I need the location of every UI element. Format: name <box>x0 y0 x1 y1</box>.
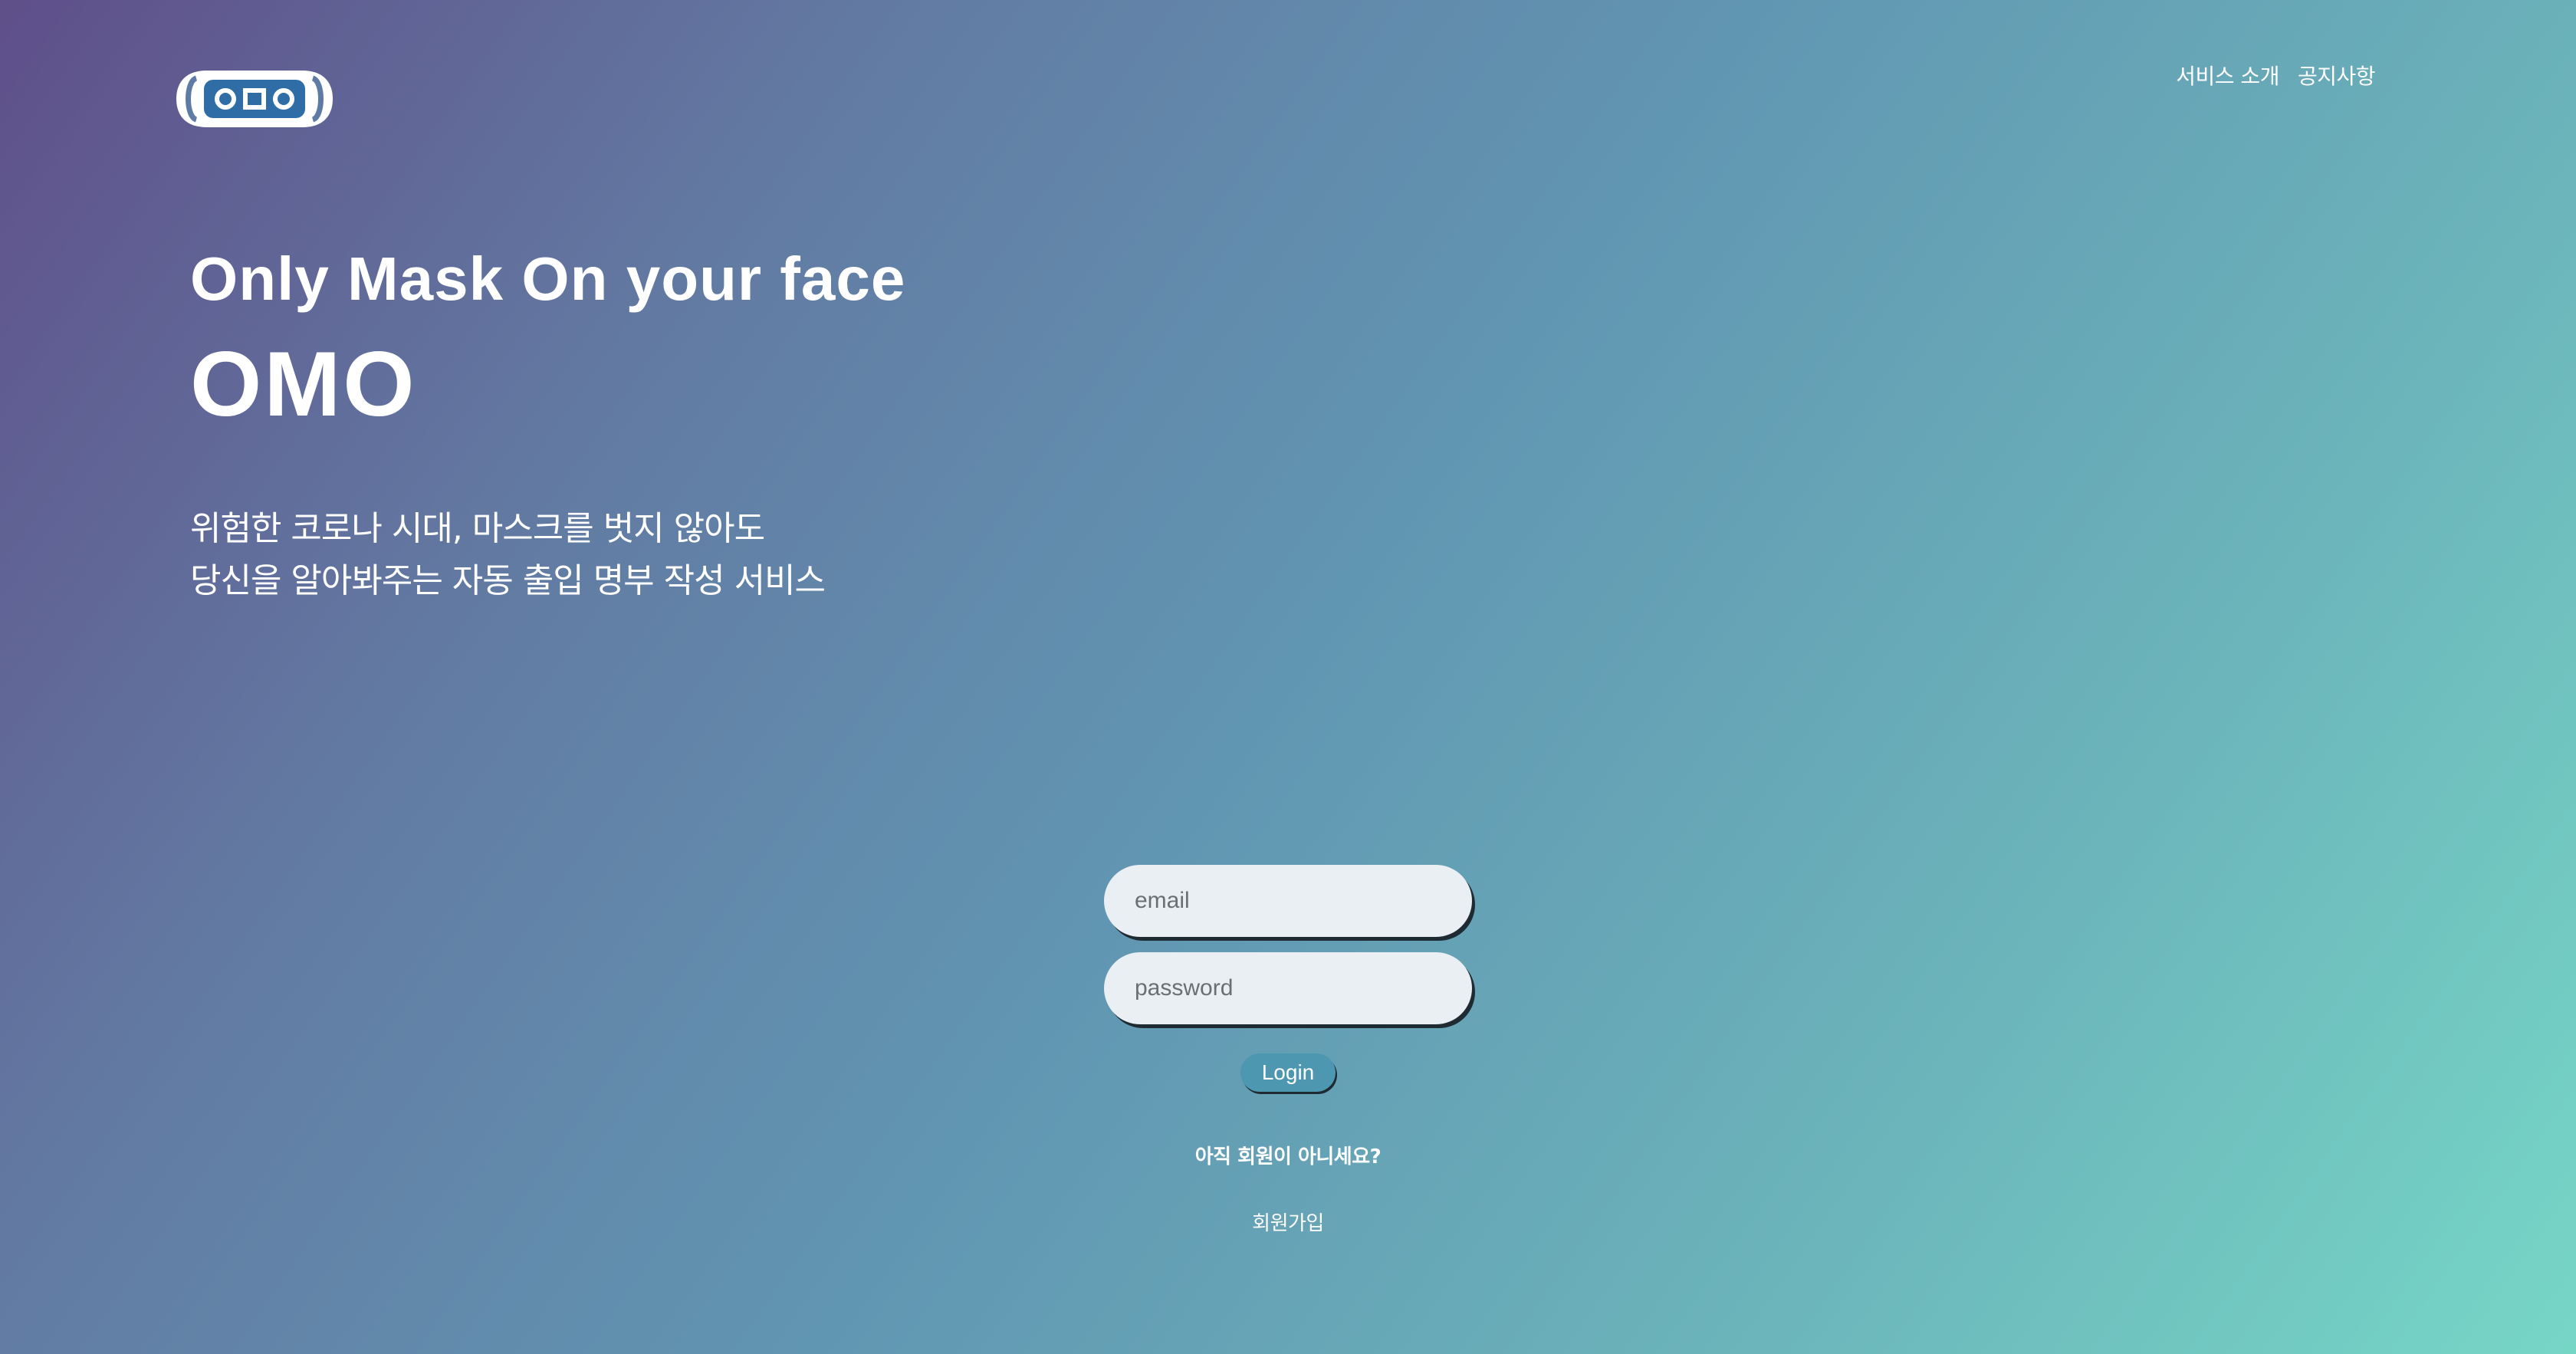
login-button[interactable]: Login <box>1240 1053 1336 1092</box>
hero-description: 위험한 코로나 시대, 마스크를 벗지 않아도 당신을 알아봐주는 자동 출입 … <box>190 503 905 607</box>
signup-link[interactable]: 회원가입 <box>1252 1208 1324 1236</box>
hero-section: Only Mask On your face OMO 위험한 코로나 시대, 마… <box>190 245 905 607</box>
omo-mask-logo-icon[interactable] <box>176 64 333 133</box>
nav-service-intro-link[interactable]: 서비스 소개 <box>2176 60 2279 90</box>
login-form: Login 아직 회원이 아니세요? 회원가입 <box>1104 865 1472 1236</box>
hero-tagline: Only Mask On your face <box>190 245 906 313</box>
nav-notice-link[interactable]: 공지사항 <box>2298 60 2376 90</box>
password-input[interactable] <box>1104 952 1472 1024</box>
landing-page: 서비스 소개 공지사항 Only Mask On your face OMO 위… <box>0 0 2576 1354</box>
hero-brand-title: OMO <box>190 333 417 435</box>
hero-description-line-2: 당신을 알아봐주는 자동 출입 명부 작성 서비스 <box>190 561 826 600</box>
hero-description-line-1: 위험한 코로나 시대, 마스크를 벗지 않아도 <box>190 509 765 548</box>
signup-question-text: 아직 회원이 아니세요? <box>1194 1145 1382 1168</box>
top-navigation: 서비스 소개 공지사항 <box>2176 60 2375 90</box>
email-input[interactable] <box>1104 865 1472 937</box>
